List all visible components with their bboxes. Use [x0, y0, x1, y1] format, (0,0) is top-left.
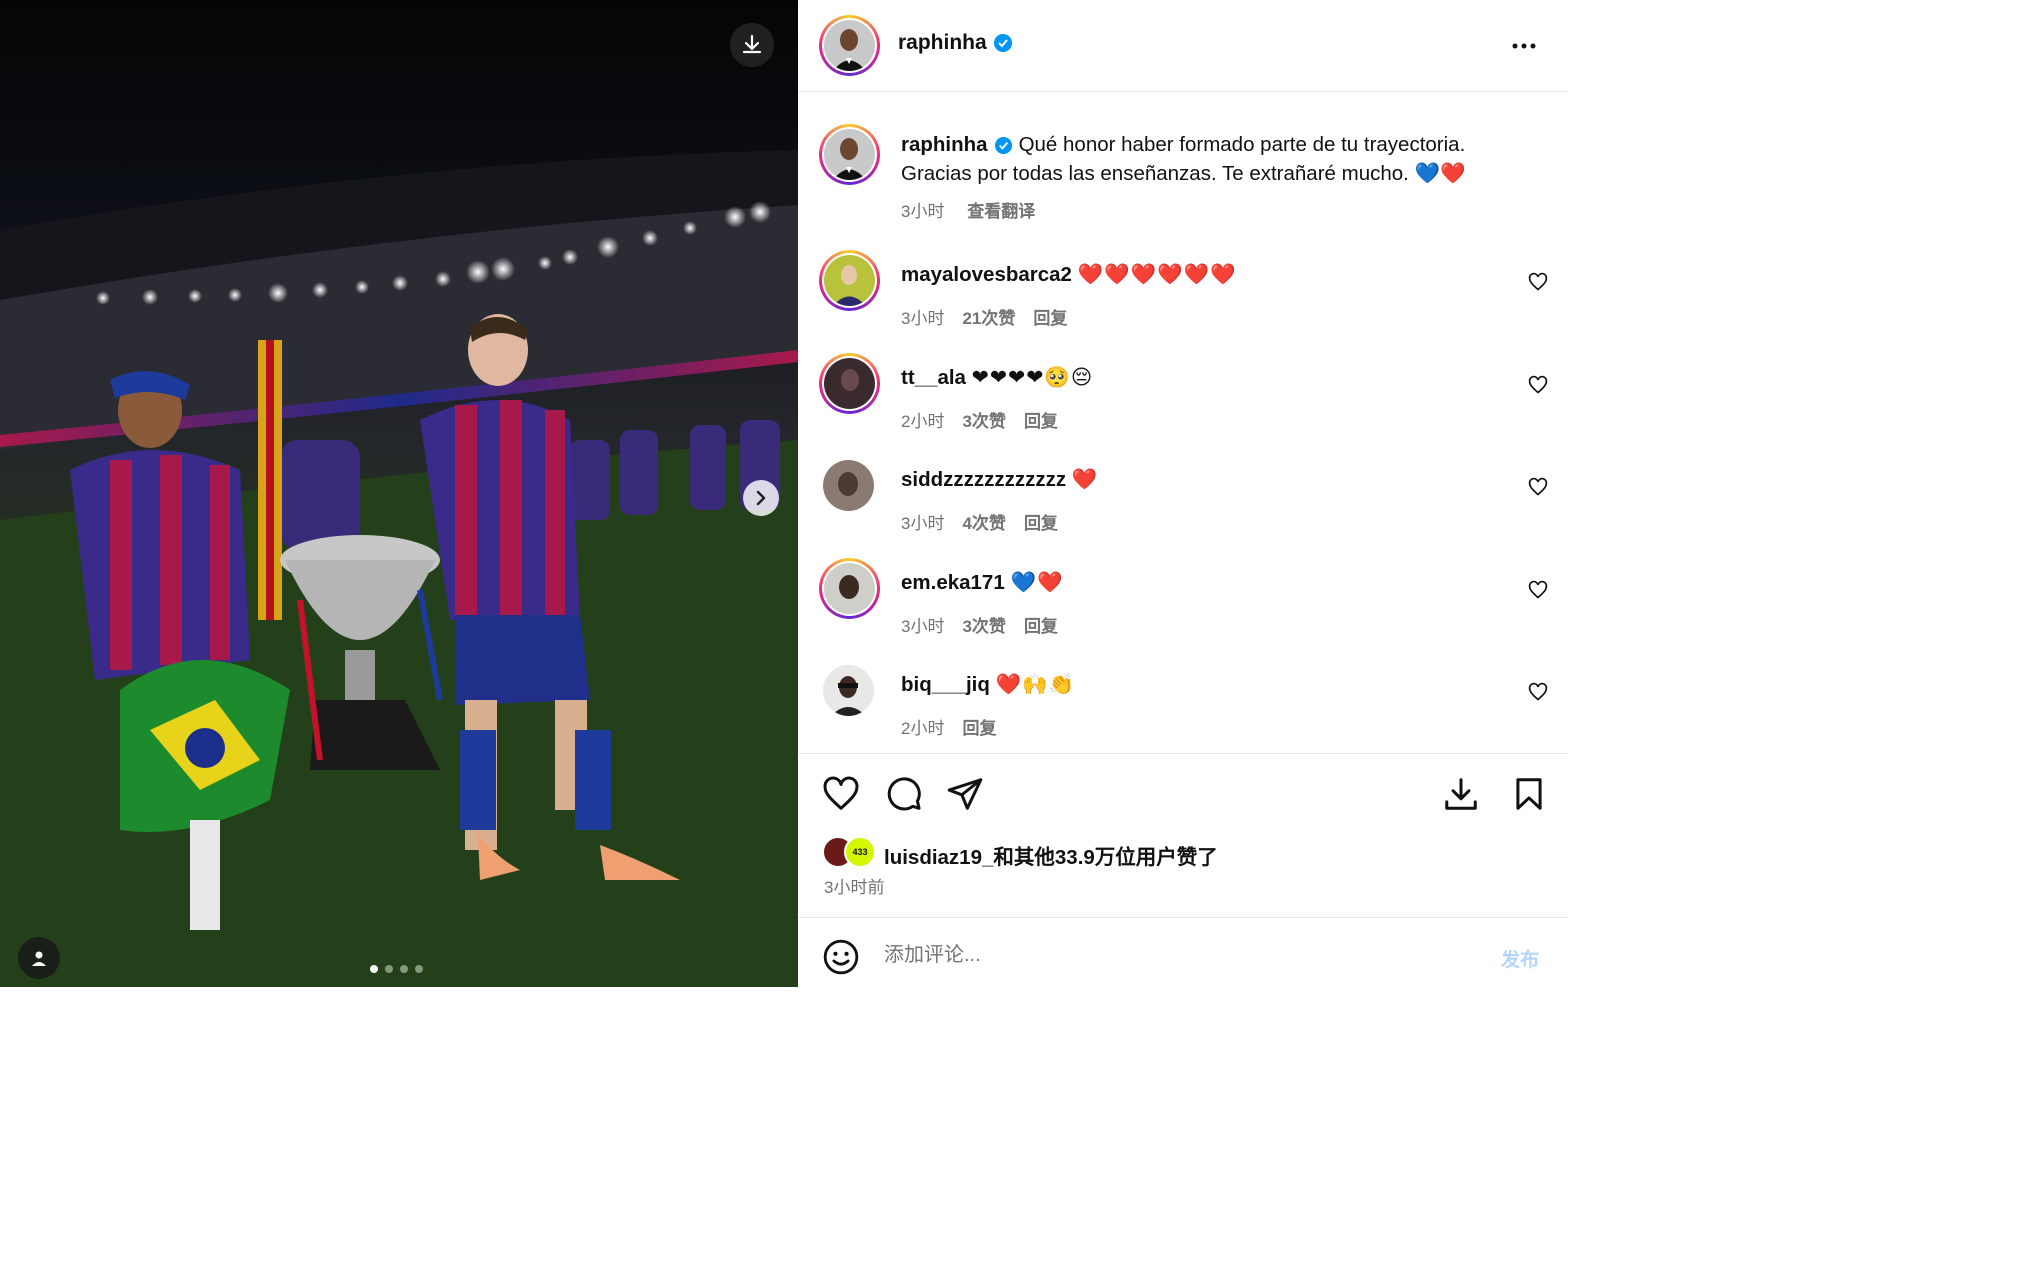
send-icon[interactable]: [946, 775, 984, 813]
comment-text: 💙❤️: [1010, 570, 1064, 594]
comment-avatar[interactable]: [823, 460, 874, 511]
carousel-dots: [370, 965, 423, 973]
post-media[interactable]: [0, 0, 798, 987]
comment-likes[interactable]: 3次赞: [962, 412, 1005, 431]
comment-avatar[interactable]: [819, 558, 880, 619]
carousel-dot: [370, 965, 378, 973]
bookmark-icon[interactable]: [1510, 775, 1548, 813]
media-download-button[interactable]: [730, 23, 774, 67]
comment-like-heart-icon[interactable]: [1528, 375, 1548, 395]
add-comment-input[interactable]: [884, 944, 1444, 967]
download-icon: [742, 34, 762, 54]
author-username-text: raphinha: [898, 31, 987, 54]
comment-username[interactable]: biq___jiq: [901, 673, 990, 696]
caption-username[interactable]: raphinha: [901, 133, 988, 156]
post-time[interactable]: 3小时前: [824, 873, 884, 898]
reply-button[interactable]: 回复: [1033, 309, 1067, 328]
carousel-dot: [400, 965, 408, 973]
comment-item: siddzzzzzzzzzzzz ❤️ 3小时 4次赞 回复: [798, 460, 1568, 567]
comment-text: ❤❤❤❤🥺😔: [971, 365, 1094, 389]
user-tag-icon: [32, 951, 46, 966]
verified-badge-icon: [993, 34, 1012, 53]
smiley-icon[interactable]: [822, 938, 860, 976]
reply-button[interactable]: 回复: [1024, 412, 1058, 431]
next-slide-button[interactable]: [743, 480, 779, 516]
comment-time: 2小时: [901, 719, 945, 738]
comment-meta: 3小时 21次赞 回复: [901, 304, 1085, 329]
more-options-icon[interactable]: [1510, 32, 1538, 60]
author-username[interactable]: raphinha: [898, 31, 1013, 55]
comment-likes[interactable]: 21次赞: [962, 309, 1015, 328]
comment-like-heart-icon[interactable]: [1528, 272, 1548, 292]
save-to-device-icon[interactable]: [1442, 775, 1480, 813]
reply-button[interactable]: 回复: [962, 719, 996, 738]
comment-item: tt__ala ❤❤❤❤🥺😔 2小时 3次赞 回复: [798, 353, 1568, 465]
comment-username[interactable]: mayalovesbarca2: [901, 263, 1072, 286]
carousel-dot: [415, 965, 423, 973]
caption-time: 3小时: [901, 202, 945, 221]
comment-time: 3小时: [901, 309, 945, 328]
comment-item: mayalovesbarca2 ❤️❤️❤️❤️❤️❤️ 3小时 21次赞 回复: [798, 250, 1568, 362]
reply-button[interactable]: 回复: [1024, 514, 1058, 533]
comment-meta: 3小时 4次赞 回复: [901, 509, 1076, 534]
comment-item: em.eka171 💙❤️ 3小时 3次赞 回复: [798, 558, 1568, 670]
likes-summary[interactable]: luisdiaz19_和其他33.9万位用户赞了: [884, 840, 1218, 870]
chevron-right-icon: [756, 490, 766, 506]
comment-body: mayalovesbarca2 ❤️❤️❤️❤️❤️❤️: [901, 262, 1237, 287]
comment-username[interactable]: tt__ala: [901, 366, 966, 389]
verified-badge-icon: [994, 137, 1012, 155]
tagged-users-button[interactable]: [18, 937, 60, 979]
comment-like-heart-icon[interactable]: [1528, 477, 1548, 497]
comment-likes[interactable]: 4次赞: [962, 514, 1005, 533]
comment-text: ❤️❤️❤️❤️❤️❤️: [1077, 262, 1237, 286]
comment-time: 2小时: [901, 412, 945, 431]
comment-likes[interactable]: 3次赞: [962, 617, 1005, 636]
caption-meta: 3小时 查看翻译: [901, 197, 1053, 222]
comment-meta: 2小时 3次赞 回复: [901, 407, 1076, 432]
comment-avatar[interactable]: [819, 353, 880, 414]
comment-body: em.eka171 💙❤️: [901, 570, 1064, 595]
post-comment-button[interactable]: 发布: [1501, 945, 1539, 972]
comment-body: siddzzzzzzzzzzzz ❤️: [901, 467, 1098, 492]
comment-meta: 3小时 3次赞 回复: [901, 612, 1076, 637]
comment-icon[interactable]: [885, 775, 923, 813]
comment-time: 3小时: [901, 617, 945, 636]
comment-bar: 发布: [798, 918, 1568, 987]
author-avatar[interactable]: [819, 15, 880, 76]
post-photo: [0, 150, 798, 987]
caption-avatar[interactable]: [819, 124, 880, 185]
carousel-dot: [385, 965, 393, 973]
comment-text: ❤️🙌👏: [995, 672, 1076, 696]
likers-avatars[interactable]: 433: [822, 836, 882, 868]
see-translation-link[interactable]: 查看翻译: [967, 202, 1035, 221]
comment-item: biq___jiq ❤️🙌👏 2小时 回复: [798, 665, 1568, 772]
comment-text: ❤️: [1071, 467, 1099, 491]
comment-username[interactable]: em.eka171: [901, 571, 1005, 594]
reply-button[interactable]: 回复: [1024, 617, 1058, 636]
comment-like-heart-icon[interactable]: [1528, 682, 1548, 702]
section-divider: [798, 753, 1568, 754]
post-header: raphinha: [798, 0, 1568, 92]
comment-avatar[interactable]: [819, 250, 880, 311]
comment-username[interactable]: siddzzzzzzzzzzzz: [901, 468, 1066, 491]
heart-icon[interactable]: [822, 775, 860, 813]
comment-avatar[interactable]: [823, 665, 874, 716]
liker-avatar-433: 433: [844, 836, 876, 868]
comment-like-heart-icon[interactable]: [1528, 580, 1548, 600]
post-caption: raphinha Qué honor haber formado parte de…: [901, 130, 1541, 188]
comment-time: 3小时: [901, 514, 945, 533]
post-side-panel: raphinha raphinha Qué honor haber formado…: [798, 0, 1568, 987]
comment-meta: 2小时 回复: [901, 714, 1014, 739]
comment-body: biq___jiq ❤️🙌👏: [901, 672, 1075, 697]
comment-body: tt__ala ❤❤❤❤🥺😔: [901, 365, 1093, 390]
